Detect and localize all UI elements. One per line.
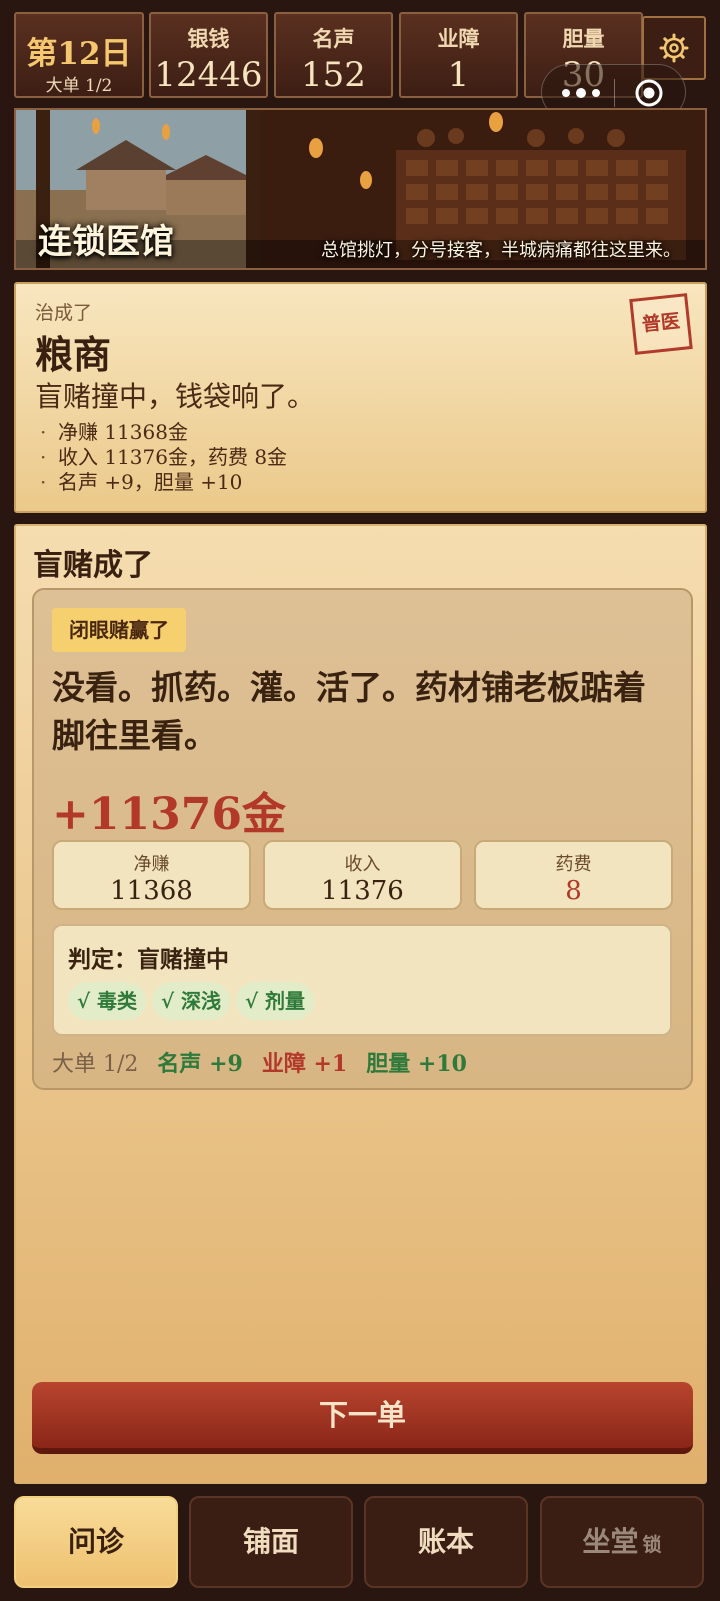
net-label: 净赚 [133, 854, 170, 875]
next-order-button[interactable]: 下一单 [32, 1382, 693, 1454]
check-chip-depth: √ 深浅 [152, 982, 230, 1020]
treatment-result-card: 治成了 粮商 盲赌撞中，钱袋响了。 · 净赚 11368金 · 收入 11376金，… [14, 282, 707, 513]
check-chip-dose: √ 剂量 [236, 982, 314, 1020]
fame-label: 名声 [312, 26, 355, 51]
doctor-rank-stamp: 普医 [629, 293, 693, 355]
check-chip-poison: √ 毒类 [68, 982, 146, 1020]
summary-fame: 名声 +9 [157, 1051, 243, 1077]
fame-value: 152 [301, 55, 366, 95]
fame-stat: 名声 152 [274, 12, 393, 98]
net-value: 11368 [110, 876, 193, 906]
capsule-divider [614, 79, 615, 107]
stat-change-summary: 大单 1/2 名声 +9 业障 +1 胆量 +10 [52, 1046, 479, 1078]
banner-title: 连锁医馆 [38, 222, 174, 262]
lock-icon: 锁 [642, 1534, 662, 1556]
summary-courage: 胆量 +10 [366, 1051, 467, 1077]
list-item: · 名声 +9，胆量 +10 [40, 470, 243, 494]
gold-gain: +11376金 [52, 789, 286, 840]
result-bullets: · 净赚 11368金 · 收入 11376金，药费 8金 · 名声 +9，胆量 +1… [40, 416, 288, 494]
silver-stat: 银钱 12446 [149, 12, 268, 98]
cost-value: 8 [565, 876, 582, 906]
judgement-text: 判定：盲赌撞中 [68, 946, 229, 973]
judgement-box: 判定：盲赌撞中 √ 毒类 √ 深浅 √ 剂量 [52, 924, 672, 1036]
order-progress: 大单 1/2 [45, 76, 113, 96]
silver-value: 12446 [154, 55, 263, 95]
tab-clinic-label: 坐堂 [582, 1525, 639, 1558]
list-item: · 收入 11376金，药费 8金 [40, 445, 288, 469]
result-prefix: 治成了 [35, 302, 93, 324]
tab-consult[interactable]: 问诊 [14, 1496, 178, 1588]
tab-shop[interactable]: 铺面 [189, 1496, 353, 1588]
income-box: 收入 11376 [263, 840, 462, 910]
medicine-cost-box: 药费 8 [474, 840, 673, 910]
panel-title: 盲赌成了 [33, 548, 153, 583]
patient-name: 粮商 [35, 332, 112, 377]
location-banner: 连锁医馆 总馆挑灯，分号接客，半城病痛都往这里来。 [14, 108, 707, 270]
summary-karma: 业障 +1 [261, 1051, 348, 1077]
summary-order: 大单 1/2 [52, 1052, 139, 1077]
tab-clinic-locked[interactable]: 坐堂锁 [540, 1496, 704, 1588]
result-headline: 盲赌撞中，钱袋响了。 [35, 380, 316, 413]
income-label: 收入 [344, 854, 381, 875]
day-counter: 第12日 大单 1/2 [14, 12, 144, 98]
outcome-panel: 盲赌成了 闭眼赌赢了 没看。抓药。灌。活了。药材铺老板踮着脚往里看。 +1137… [14, 524, 707, 1484]
karma-label: 业障 [437, 26, 480, 51]
banner-subtitle: 总馆挑灯，分号接客，半城病痛都往这里来。 [321, 240, 681, 261]
outcome-detail-card: 闭眼赌赢了 没看。抓药。灌。活了。药材铺老板踮着脚往里看。 +11376金 净赚… [32, 588, 693, 1090]
gear-icon [659, 33, 689, 63]
outcome-tag: 闭眼赌赢了 [52, 608, 186, 652]
day-label: 第12日 [26, 36, 132, 72]
bottom-tab-bar: 问诊 铺面 账本 坐堂锁 [0, 1494, 720, 1601]
more-dots-icon[interactable] [560, 84, 600, 102]
net-profit-box: 净赚 11368 [52, 840, 251, 910]
income-value: 11376 [321, 876, 404, 906]
list-item: · 净赚 11368金 [40, 420, 188, 444]
karma-stat: 业障 1 [399, 12, 518, 98]
courage-label: 胆量 [562, 26, 605, 51]
karma-value: 1 [447, 55, 470, 95]
outcome-story: 没看。抓药。灌。活了。药材铺老板踮着脚往里看。 [52, 668, 646, 755]
target-circle-icon[interactable] [634, 78, 664, 108]
cost-label: 药费 [555, 854, 592, 875]
silver-label: 银钱 [187, 26, 230, 51]
tab-ledger[interactable]: 账本 [364, 1496, 528, 1588]
